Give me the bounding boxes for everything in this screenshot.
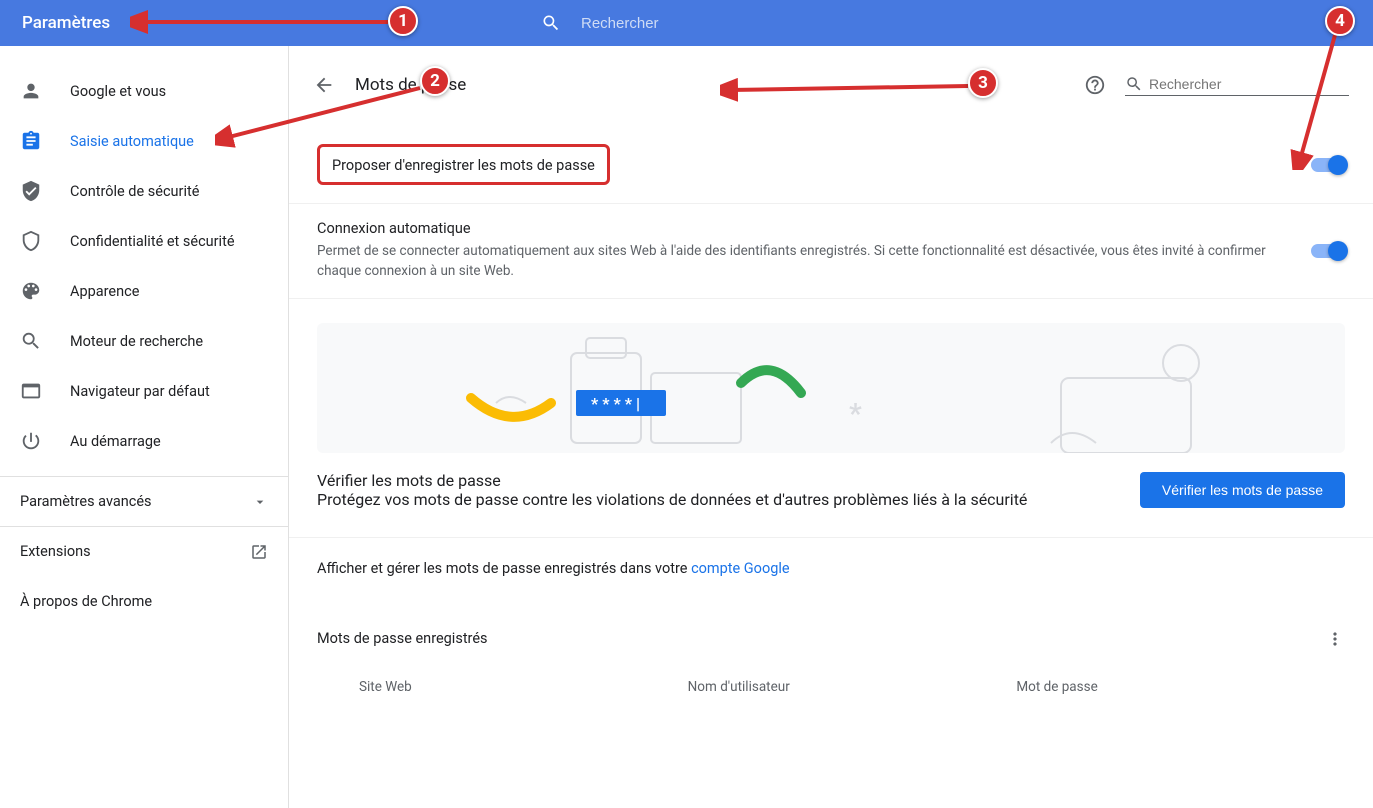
app-header: Paramètres: [0, 0, 1373, 46]
sidebar-item-search-engine[interactable]: Moteur de recherche: [0, 316, 288, 366]
sidebar: Google et vous Saisie automatique Contrô…: [0, 46, 288, 808]
annotation-highlight: Proposer d'enregistrer les mots de passe: [317, 144, 610, 185]
saved-passwords-title: Mots de passe enregistrés: [317, 630, 488, 647]
auto-signin-toggle[interactable]: [1311, 244, 1345, 258]
sidebar-about-label: À propos de Chrome: [20, 593, 152, 610]
sidebar-advanced-toggle[interactable]: Paramètres avancés: [0, 476, 288, 526]
setting-auto-signin: Connexion automatique Permet de se conne…: [289, 204, 1373, 299]
sidebar-extensions-label: Extensions: [20, 543, 91, 560]
more-vert-icon[interactable]: [1325, 629, 1345, 649]
annotation-callout-2: 2: [420, 66, 450, 96]
sidebar-extensions[interactable]: Extensions: [0, 526, 288, 576]
google-account-link[interactable]: compte Google: [691, 560, 790, 577]
setting-offer-save: Proposer d'enregistrer les mots de passe: [289, 124, 1373, 204]
sidebar-item-safety-check[interactable]: Contrôle de sécurité: [0, 166, 288, 216]
annotation-callout-3: 3: [968, 68, 998, 98]
page-search-input[interactable]: [1149, 76, 1349, 92]
verify-desc: Protégez vos mots de passe contre les vi…: [317, 490, 1120, 509]
sidebar-item-default-browser[interactable]: Navigateur par défaut: [0, 366, 288, 416]
main-area: Mots de passe Proposer d'enregistrer les…: [288, 46, 1373, 808]
chevron-down-icon: [252, 494, 268, 510]
browser-icon: [20, 380, 42, 402]
password-illustration: * * * * | *: [317, 323, 1345, 453]
page-search-wrap: [1125, 75, 1349, 96]
open-external-icon: [250, 543, 268, 561]
col-site: Site Web: [359, 679, 688, 695]
sidebar-about[interactable]: À propos de Chrome: [0, 576, 288, 626]
header-search-wrap: [521, 0, 1373, 46]
annotation-callout-1: 1: [388, 6, 418, 36]
sidebar-item-label: Au démarrage: [70, 433, 161, 450]
sidebar-item-label: Google et vous: [70, 83, 166, 100]
shield-icon: [20, 230, 42, 252]
col-user: Nom d'utilisateur: [688, 679, 1017, 695]
sidebar-item-startup[interactable]: Au démarrage: [0, 416, 288, 466]
auto-signin-desc: Permet de se connecter automatiquement a…: [317, 241, 1311, 282]
back-arrow-icon[interactable]: [313, 74, 335, 96]
offer-save-toggle[interactable]: [1311, 158, 1345, 172]
search-icon: [20, 330, 42, 352]
verify-passwords-row: Vérifier les mots de passe Protégez vos …: [289, 453, 1373, 538]
search-icon: [541, 13, 561, 33]
saved-passwords-header: Mots de passe enregistrés: [289, 599, 1373, 659]
sidebar-item-label: Apparence: [70, 283, 139, 300]
manage-passwords-row: Afficher et gérer les mots de passe enre…: [289, 538, 1373, 599]
header-title: Paramètres: [0, 13, 521, 33]
sidebar-item-label: Saisie automatique: [70, 133, 194, 150]
page-header: Mots de passe: [289, 46, 1373, 124]
auto-signin-label: Connexion automatique: [317, 220, 1311, 237]
manage-text: Afficher et gérer les mots de passe enre…: [317, 560, 691, 577]
sidebar-item-label: Navigateur par défaut: [70, 383, 210, 400]
page-title: Mots de passe: [355, 75, 1075, 95]
clipboard-icon: [20, 130, 42, 152]
header-search-input[interactable]: [581, 15, 981, 32]
shield-check-icon: [20, 180, 42, 202]
sidebar-item-autofill[interactable]: Saisie automatique: [0, 116, 288, 166]
search-icon: [1125, 75, 1143, 93]
saved-passwords-table-header: Site Web Nom d'utilisateur Mot de passe: [289, 659, 1373, 705]
annotation-callout-4: 4: [1325, 6, 1355, 36]
sidebar-advanced-label: Paramètres avancés: [20, 493, 152, 510]
power-icon: [20, 430, 42, 452]
person-icon: [20, 80, 42, 102]
sidebar-item-privacy[interactable]: Confidentialité et sécurité: [0, 216, 288, 266]
sidebar-item-label: Moteur de recherche: [70, 333, 203, 350]
offer-save-label: Proposer d'enregistrer les mots de passe: [332, 157, 595, 174]
sidebar-item-label: Contrôle de sécurité: [70, 183, 199, 200]
sidebar-item-label: Confidentialité et sécurité: [70, 233, 235, 250]
svg-text:* * * * |: * * * * |: [591, 394, 640, 413]
sidebar-item-google[interactable]: Google et vous: [0, 66, 288, 116]
col-pass: Mot de passe: [1016, 679, 1345, 695]
sidebar-item-appearance[interactable]: Apparence: [0, 266, 288, 316]
help-icon: [1084, 74, 1106, 96]
verify-title: Vérifier les mots de passe: [317, 471, 1120, 490]
verify-passwords-button[interactable]: Vérifier les mots de passe: [1140, 472, 1345, 508]
palette-icon: [20, 280, 42, 302]
help-button[interactable]: [1075, 65, 1115, 105]
svg-text:*: *: [849, 397, 862, 430]
